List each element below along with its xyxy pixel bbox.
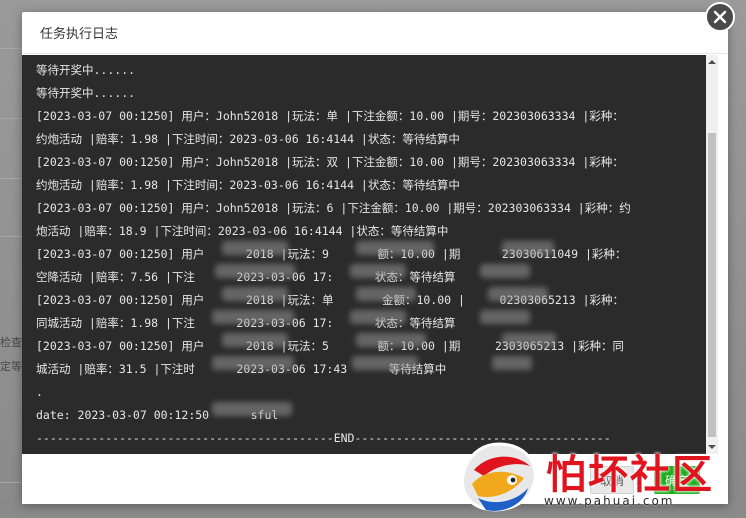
redaction-blur xyxy=(212,402,292,416)
log-line: . xyxy=(36,385,43,399)
modal-header: 任务执行日志 xyxy=(22,12,728,54)
log-line: 等待开奖中...... xyxy=(36,86,136,100)
log-line: [2023-03-07 00:1250] 用户：John52018 |玩法：单 … xyxy=(36,109,624,123)
redaction-blur xyxy=(222,287,288,301)
log-line: 炮活动 |赔率：18.9 |下注时间：2023-03-06 16:4144 |状… xyxy=(36,224,449,238)
redaction-blur xyxy=(222,333,288,347)
redaction-blur xyxy=(350,264,406,278)
redaction-blur xyxy=(502,333,556,347)
redaction-blur xyxy=(212,310,294,324)
task-log-modal: 任务执行日志 等待开奖中...... 等待开奖中...... [2023-03-07… xyxy=(22,12,728,504)
log-line: date: 2023-03-07 00:12:50 sful xyxy=(36,408,279,422)
redaction-blur xyxy=(502,241,554,255)
scroll-thumb[interactable] xyxy=(708,133,716,437)
watermark-text: 怕坏社区 xyxy=(546,451,714,498)
log-line: 约炮活动 |赔率：1.98 |下注时间：2023-03-06 16:4144 |… xyxy=(36,132,460,146)
background-text: 检查 xyxy=(0,336,22,349)
log-line: 约炮活动 |赔率：1.98 |下注时间：2023-03-06 16:4144 |… xyxy=(36,178,460,192)
close-button[interactable] xyxy=(705,2,735,32)
site-watermark: 怕坏社区 www.pahuai.com xyxy=(452,438,746,518)
log-scrollbar[interactable] xyxy=(706,55,718,454)
modal-title: 任务执行日志 xyxy=(40,27,119,42)
redaction-blur xyxy=(480,264,530,278)
log-line: [2023-03-07 00:1250] 用户：John52018 |玩法：6 … xyxy=(36,201,631,215)
background-divider xyxy=(0,236,22,237)
watermark-url: www.pahuai.com xyxy=(544,494,675,508)
redaction-blur xyxy=(350,310,406,324)
redaction-blur xyxy=(480,310,530,324)
redaction-blur xyxy=(215,264,295,278)
log-line: 等待开奖中...... xyxy=(36,63,136,77)
redaction-blur xyxy=(488,287,548,301)
background-divider xyxy=(0,482,22,483)
scroll-up-arrow-icon[interactable] xyxy=(706,55,718,69)
redaction-blur xyxy=(222,241,288,255)
redaction-blur xyxy=(212,356,294,370)
redaction-blur xyxy=(356,333,426,347)
log-line: [2023-03-07 00:1250] 用户：John52018 |玩法：双 … xyxy=(36,155,624,169)
background-text: 定等 xyxy=(0,360,22,373)
background-divider xyxy=(0,118,22,119)
background-divider xyxy=(0,178,22,179)
background-divider xyxy=(0,48,22,49)
redaction-blur xyxy=(356,241,434,255)
redaction-blur xyxy=(352,356,418,370)
redaction-blur xyxy=(492,356,532,370)
redaction-blur xyxy=(356,287,416,301)
close-icon xyxy=(713,10,727,24)
watermark-logo-icon xyxy=(461,442,537,512)
